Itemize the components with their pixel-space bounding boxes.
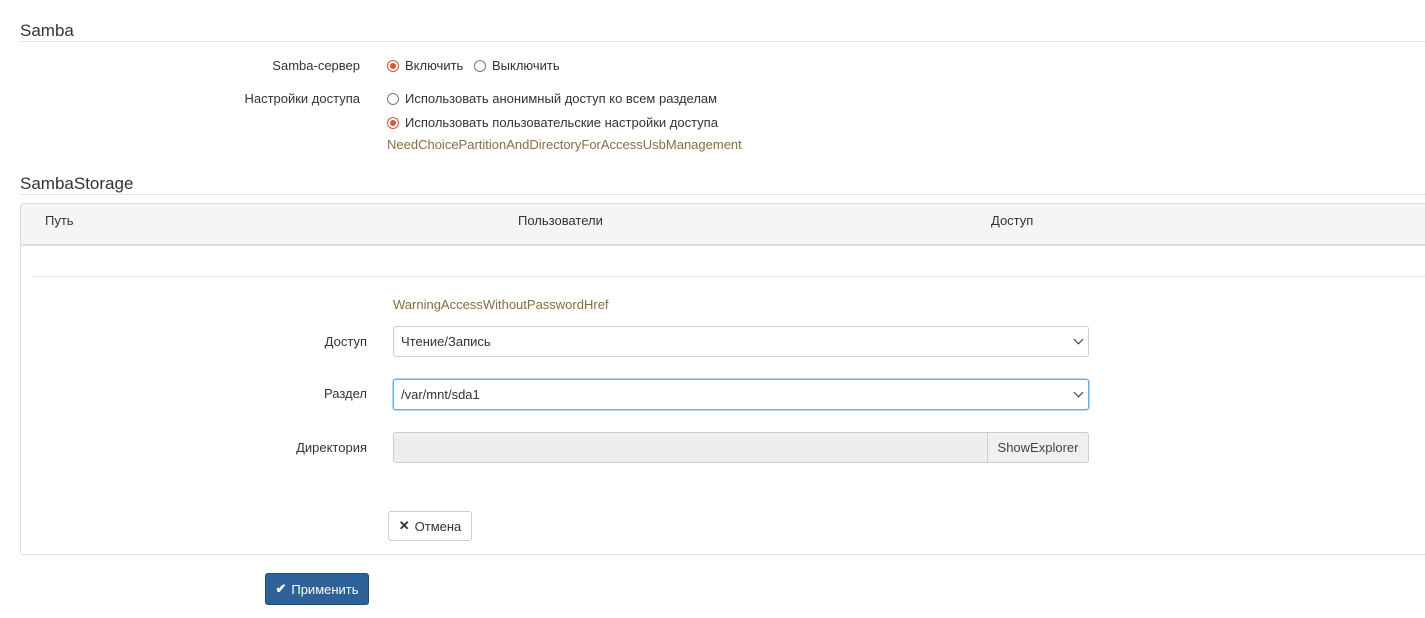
column-header-path[interactable]: Путь <box>45 213 74 228</box>
directory-input[interactable] <box>393 432 988 463</box>
apply-button[interactable]: ✔ Применить <box>265 573 369 605</box>
chevron-down-icon <box>1073 387 1084 398</box>
directory-label: Директория <box>296 440 367 455</box>
samba-section-title: Samba <box>20 21 74 40</box>
storage-table-header: Путь Пользователи Доступ <box>21 204 1425 246</box>
need-choice-message: NeedChoicePartitionAndDirectoryForAccess… <box>387 137 742 152</box>
samba-enable-radio[interactable] <box>387 59 399 72</box>
access-settings-label: Настройки доступа <box>244 91 360 106</box>
storage-section-divider <box>20 194 1425 195</box>
custom-access-label: Использовать пользовательские настройки … <box>405 115 718 130</box>
samba-disable-option[interactable]: Выключить <box>474 58 560 73</box>
form-divider <box>32 276 1425 277</box>
cancel-button-label: Отмена <box>414 518 462 534</box>
samba-enable-label: Включить <box>405 58 464 73</box>
show-explorer-button[interactable]: ShowExplorer <box>987 432 1089 463</box>
column-header-users[interactable]: Пользователи <box>518 213 603 228</box>
chevron-down-icon <box>1073 334 1084 345</box>
cancel-button[interactable]: ✕ Отмена <box>388 511 472 541</box>
anonymous-access-radio[interactable] <box>387 92 399 105</box>
storage-section-title: SambaStorage <box>20 174 134 193</box>
samba-server-label: Samba-сервер <box>272 58 360 73</box>
apply-button-label: Применить <box>291 581 359 597</box>
check-icon: ✔ <box>275 581 287 596</box>
storage-panel: Путь Пользователи Доступ WarningAccessWi… <box>20 203 1425 555</box>
access-select[interactable]: Чтение/Запись <box>393 326 1089 357</box>
partition-label: Раздел <box>324 386 367 401</box>
column-header-access[interactable]: Доступ <box>991 213 1033 228</box>
anonymous-access-label: Использовать анонимный доступ ко всем ра… <box>405 91 718 106</box>
anonymous-access-option[interactable]: Использовать анонимный доступ ко всем ра… <box>387 91 717 106</box>
partition-select-value: /var/mnt/sda1 <box>401 387 480 402</box>
warning-access-link[interactable]: WarningAccessWithoutPasswordHref <box>393 297 609 312</box>
samba-section-divider <box>20 41 1425 42</box>
close-icon: ✕ <box>398 518 410 533</box>
access-label: Доступ <box>324 334 367 349</box>
samba-enable-option[interactable]: Включить <box>387 58 463 73</box>
samba-disable-label: Выключить <box>492 58 560 73</box>
custom-access-radio[interactable] <box>387 116 399 129</box>
partition-select[interactable]: /var/mnt/sda1 <box>393 379 1089 410</box>
samba-disable-radio[interactable] <box>474 59 486 72</box>
custom-access-option[interactable]: Использовать пользовательские настройки … <box>387 115 718 130</box>
access-select-value: Чтение/Запись <box>401 334 491 349</box>
